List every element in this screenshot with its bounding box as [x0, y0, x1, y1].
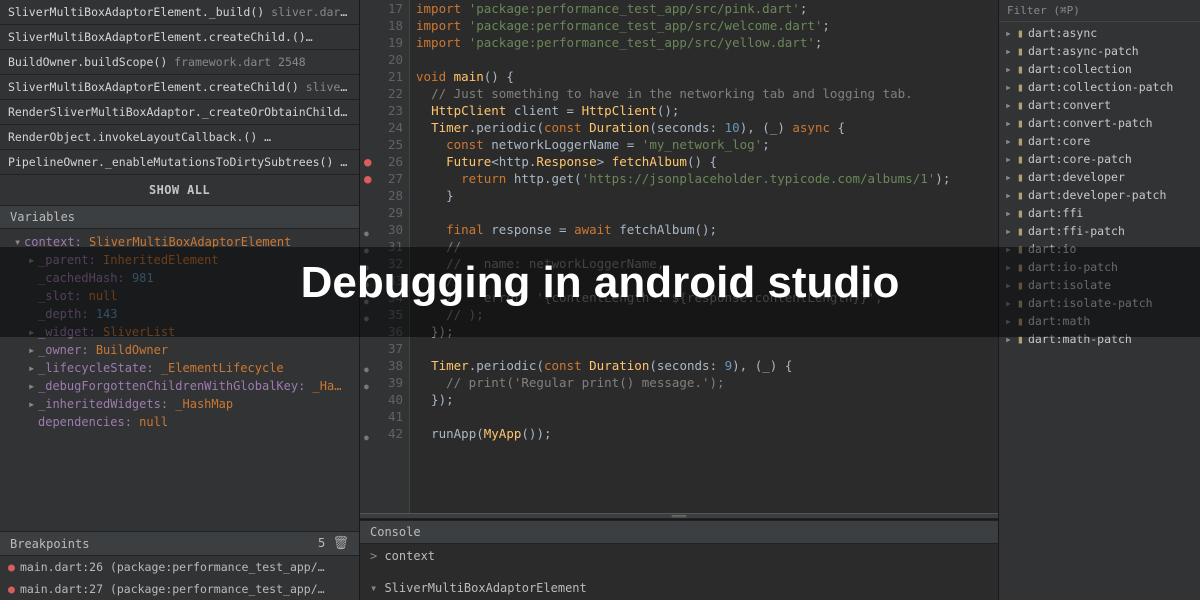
library-item[interactable]: ▸▮dart:convert: [999, 96, 1200, 114]
call-stack: SliverMultiBoxAdaptorElement._build() sl…: [0, 0, 359, 175]
console-header: Console: [360, 520, 998, 544]
library-item[interactable]: ▸▮dart:collection: [999, 60, 1200, 78]
folder-icon: ▮: [1017, 134, 1024, 148]
library-item[interactable]: ▸▮dart:async-patch: [999, 42, 1200, 60]
variable-row[interactable]: ▸_inheritedWidgets: _HashMap: [0, 395, 359, 413]
variables-header: Variables: [0, 205, 359, 229]
console-body[interactable]: > context ▾ SliverMultiBoxAdaptorElement: [360, 544, 998, 600]
breakpoints-title: Breakpoints: [10, 537, 89, 551]
library-item[interactable]: ▸▮dart:convert-patch: [999, 114, 1200, 132]
folder-icon: ▮: [1017, 80, 1024, 94]
stack-frame[interactable]: SliverMultiBoxAdaptorElement.createChild…: [0, 25, 359, 50]
stack-frame[interactable]: SliverMultiBoxAdaptorElement._build() sl…: [0, 0, 359, 25]
console-line: > context: [370, 548, 988, 564]
overlay-title: Debugging in android studio: [0, 258, 1200, 308]
variables-title: Variables: [10, 210, 75, 224]
library-item[interactable]: ▸▮dart:collection-patch: [999, 78, 1200, 96]
libraries-filter[interactable]: Filter (⌘P): [999, 0, 1200, 22]
console-line: [370, 564, 988, 580]
stack-frame[interactable]: RenderObject.invokeLayoutCallback.() …: [0, 125, 359, 150]
library-item[interactable]: ▸▮dart:ffi-patch: [999, 222, 1200, 240]
stack-frame[interactable]: SliverMultiBoxAdaptorElement.createChild…: [0, 75, 359, 100]
folder-icon: ▮: [1017, 152, 1024, 166]
folder-icon: ▮: [1017, 98, 1024, 112]
folder-icon: ▮: [1017, 26, 1024, 40]
console-wrap: Console > context ▾ SliverMultiBoxAdapto…: [360, 519, 998, 600]
variable-row[interactable]: ▸_debugForgottenChildrenWithGlobalKey: _…: [0, 377, 359, 395]
folder-icon: ▮: [1017, 170, 1024, 184]
trash-icon[interactable]: 🗑: [332, 536, 349, 551]
console-title: Console: [370, 525, 421, 539]
console-line: ▾ SliverMultiBoxAdaptorElement: [370, 580, 988, 596]
variable-row[interactable]: ▸_owner: BuildOwner: [0, 341, 359, 359]
stack-frame[interactable]: PipelineOwner._enableMutationsToDirtySub…: [0, 150, 359, 175]
folder-icon: ▮: [1017, 188, 1024, 202]
folder-icon: ▮: [1017, 116, 1024, 130]
folder-icon: ▮: [1017, 44, 1024, 58]
library-item[interactable]: ▸▮dart:core: [999, 132, 1200, 150]
library-item[interactable]: ▸▮dart:ffi: [999, 204, 1200, 222]
breakpoint-item[interactable]: main.dart:27 (package:performance_test_a…: [0, 578, 359, 600]
folder-icon: ▮: [1017, 224, 1024, 238]
breakpoints-panel: main.dart:26 (package:performance_test_a…: [0, 556, 359, 600]
library-item[interactable]: ▸▮dart:developer: [999, 168, 1200, 186]
show-all-button[interactable]: SHOW ALL: [0, 175, 359, 205]
stack-frame[interactable]: RenderSliverMultiBoxAdaptor._createOrObt…: [0, 100, 359, 125]
variable-row[interactable]: dependencies: null: [0, 413, 359, 431]
library-item[interactable]: ▸▮dart:async: [999, 24, 1200, 42]
variable-row[interactable]: ▸_lifecycleState: _ElementLifecycle: [0, 359, 359, 377]
folder-icon: ▮: [1017, 62, 1024, 76]
library-item[interactable]: ▸▮dart:developer-patch: [999, 186, 1200, 204]
breakpoints-header: Breakpoints 5 🗑: [0, 531, 359, 556]
breakpoints-count: 5: [318, 536, 325, 550]
folder-icon: ▮: [1017, 206, 1024, 220]
library-item[interactable]: ▸▮dart:core-patch: [999, 150, 1200, 168]
stack-frame[interactable]: BuildOwner.buildScope() framework.dart 2…: [0, 50, 359, 75]
breakpoint-item[interactable]: main.dart:26 (package:performance_test_a…: [0, 556, 359, 578]
